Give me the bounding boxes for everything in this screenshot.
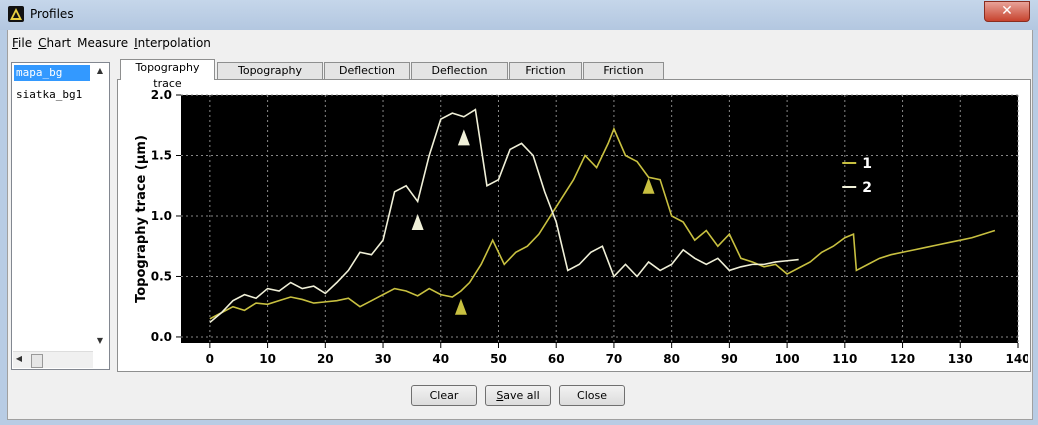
clear-button[interactable]: Clear — [411, 385, 477, 406]
tab-friction-trace[interactable]: Friction trace — [509, 62, 582, 93]
x-tick-label: 100 — [775, 352, 800, 366]
legend-label: 1 — [862, 156, 872, 172]
save-all-rest: ave all — [503, 389, 540, 402]
x-tick-label: 10 — [259, 352, 276, 366]
plot-background — [181, 95, 1018, 343]
tab-topography-retrace[interactable]: Topography retrace — [217, 62, 323, 93]
window-titlebar: Profiles ✕ — [0, 0, 1038, 31]
x-tick-label: 0 — [206, 352, 214, 366]
y-axis-label: Topography trace (µm) — [134, 135, 149, 303]
profile-list-item[interactable]: mapa_bg — [14, 65, 90, 81]
menu-chart-label: hart — [46, 36, 72, 50]
scroll-down-icon[interactable]: ▼ — [93, 336, 107, 348]
x-tick-label: 120 — [890, 352, 915, 366]
app-logo-icon — [8, 6, 24, 22]
menu-interpolation[interactable]: Interpolation — [131, 34, 214, 54]
window-frame-left — [0, 30, 7, 425]
x-tick-label: 40 — [432, 352, 449, 366]
menu-file-label: ile — [18, 36, 33, 50]
x-tick-label: 20 — [317, 352, 334, 366]
scroll-up-icon[interactable]: ▲ — [93, 66, 107, 78]
x-tick-label: 30 — [375, 352, 392, 366]
x-tick-label: 90 — [721, 352, 738, 366]
menu-chart[interactable]: Chart — [35, 34, 74, 54]
save-all-button[interactable]: Save all — [485, 385, 551, 406]
tab-friction-retrace[interactable]: Friction retrace — [583, 62, 664, 93]
scroll-left-icon[interactable]: ◀ — [14, 354, 24, 366]
tab-deflection-retrace[interactable]: Deflection retrace — [411, 62, 508, 93]
tab-deflection-trace[interactable]: Deflection trace — [324, 62, 410, 93]
y-tick-label: 0.0 — [151, 330, 172, 344]
menu-measure[interactable]: Measure — [74, 34, 131, 54]
x-tick-label: 70 — [606, 352, 623, 366]
list-horizontal-scrollbar[interactable]: ◀ — [13, 351, 93, 368]
y-tick-label: 1.0 — [151, 209, 172, 223]
menu-file[interactable]: File — [9, 34, 35, 54]
x-tick-label: 110 — [832, 352, 857, 366]
list-vertical-scrollbar[interactable]: ▲ ▼ — [93, 64, 107, 350]
legend-label: 2 — [862, 180, 872, 196]
menu-bar: File Chart Measure Interpolation — [9, 34, 214, 54]
x-tick-label: 60 — [548, 352, 565, 366]
profile-chart[interactable]: 0 10 20 30 40 50 60 70 80 90 100 110 120 130 140 0.0 0.5… — [118, 80, 1028, 369]
x-tick-label: 130 — [948, 352, 973, 366]
menu-measure-label: Measure — [77, 36, 129, 50]
profile-list[interactable]: mapa_bg siatka_bg1 ▲ ▼ ◀ — [11, 62, 110, 370]
window-title: Profiles — [30, 7, 74, 21]
tab-topography-trace[interactable]: Topography trace — [120, 59, 215, 90]
window-close-button[interactable]: ✕ — [984, 1, 1030, 22]
y-tick-label: 0.5 — [151, 269, 172, 283]
profile-list-item[interactable]: siatka_bg1 — [14, 87, 82, 103]
close-button[interactable]: Close — [559, 385, 625, 406]
x-tick-label: 80 — [663, 352, 680, 366]
scrollbar-thumb[interactable] — [31, 354, 43, 368]
x-tick-label: 50 — [490, 352, 507, 366]
x-tick-label: 140 — [1005, 352, 1028, 366]
menu-interpolation-label: nterpolation — [137, 36, 211, 50]
y-tick-label: 1.5 — [151, 148, 172, 162]
